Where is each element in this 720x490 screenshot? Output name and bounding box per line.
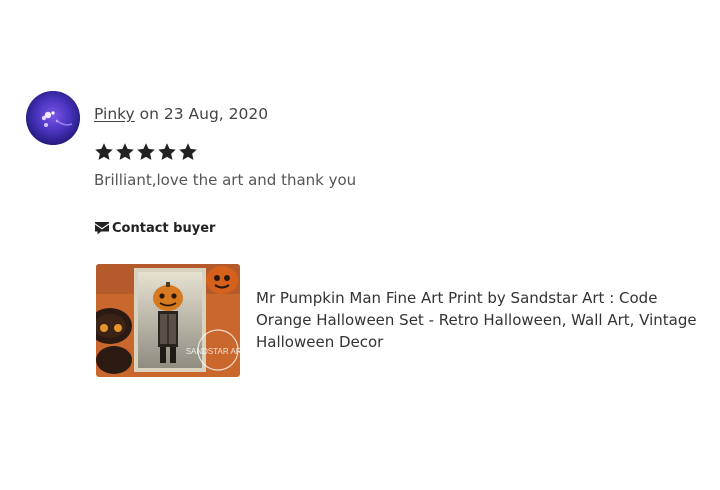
message-icon [94,220,110,236]
listing-title-link[interactable]: Mr Pumpkin Man Fine Art Print by Sandsta… [256,287,706,353]
review-date: on 23 Aug, 2020 [134,105,269,123]
contact-buyer-button[interactable]: Contact buyer [94,220,215,236]
listing-thumbnail[interactable]: SANDSTAR ART [96,264,240,377]
star-icon [178,142,198,162]
star-icon [136,142,156,162]
watermark-text: SANDSTAR ART [186,347,240,356]
star-rating [94,142,198,162]
review-card: Pinky on 23 Aug, 2020 Brilliant,love the… [0,0,720,490]
star-icon [157,142,177,162]
avatar[interactable] [26,91,80,145]
star-icon [115,142,135,162]
avatar-image [26,91,80,145]
review-meta: Pinky on 23 Aug, 2020 [94,104,268,124]
contact-buyer-label: Contact buyer [112,220,216,236]
reviewer-name-link[interactable]: Pinky [94,105,135,123]
star-icon [94,142,114,162]
review-text: Brilliant,love the art and thank you [94,171,357,189]
